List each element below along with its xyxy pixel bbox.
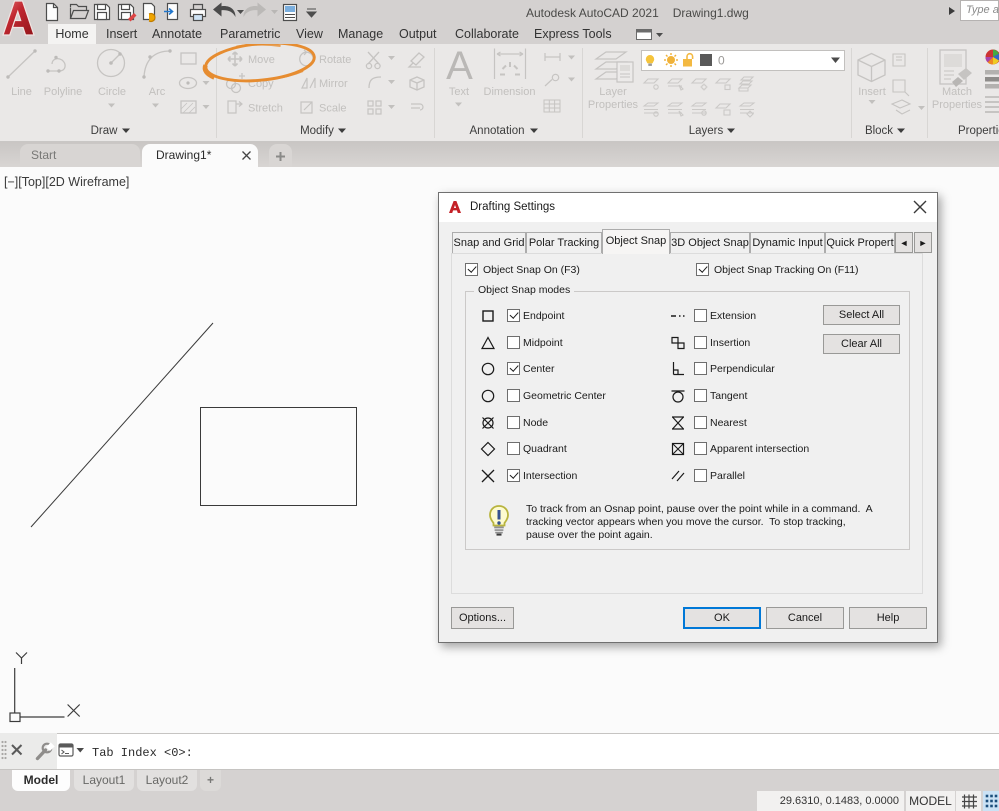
- svg-text:Layer: Layer: [599, 86, 627, 98]
- svg-text:Scale: Scale: [319, 103, 347, 115]
- svg-text:Match: Match: [942, 86, 972, 98]
- svg-text:Polyline: Polyline: [44, 86, 83, 98]
- svg-text:Properties: Properties: [588, 99, 639, 111]
- svg-text:Circle: Circle: [98, 86, 126, 98]
- svg-text:Mirror: Mirror: [319, 78, 348, 90]
- svg-text:Layers: Layers: [689, 125, 724, 137]
- svg-text:Insert: Insert: [858, 86, 886, 98]
- svg-text:Move: Move: [248, 54, 275, 66]
- svg-text:Properties: Properties: [932, 99, 983, 111]
- svg-text:Draw: Draw: [91, 125, 119, 137]
- svg-text:Rotate: Rotate: [319, 54, 351, 66]
- svg-text:Stretch: Stretch: [248, 103, 283, 115]
- svg-text:0: 0: [718, 54, 725, 68]
- svg-text:Modify: Modify: [300, 125, 334, 137]
- svg-text:Dimension: Dimension: [484, 86, 536, 98]
- svg-text:Arc: Arc: [149, 86, 166, 98]
- svg-text:A: A: [446, 44, 473, 88]
- svg-text:Block: Block: [865, 125, 893, 137]
- svg-text:Line: Line: [11, 86, 32, 98]
- svg-text:Properties: Properties: [958, 125, 999, 137]
- svg-text:Annotation: Annotation: [470, 125, 525, 137]
